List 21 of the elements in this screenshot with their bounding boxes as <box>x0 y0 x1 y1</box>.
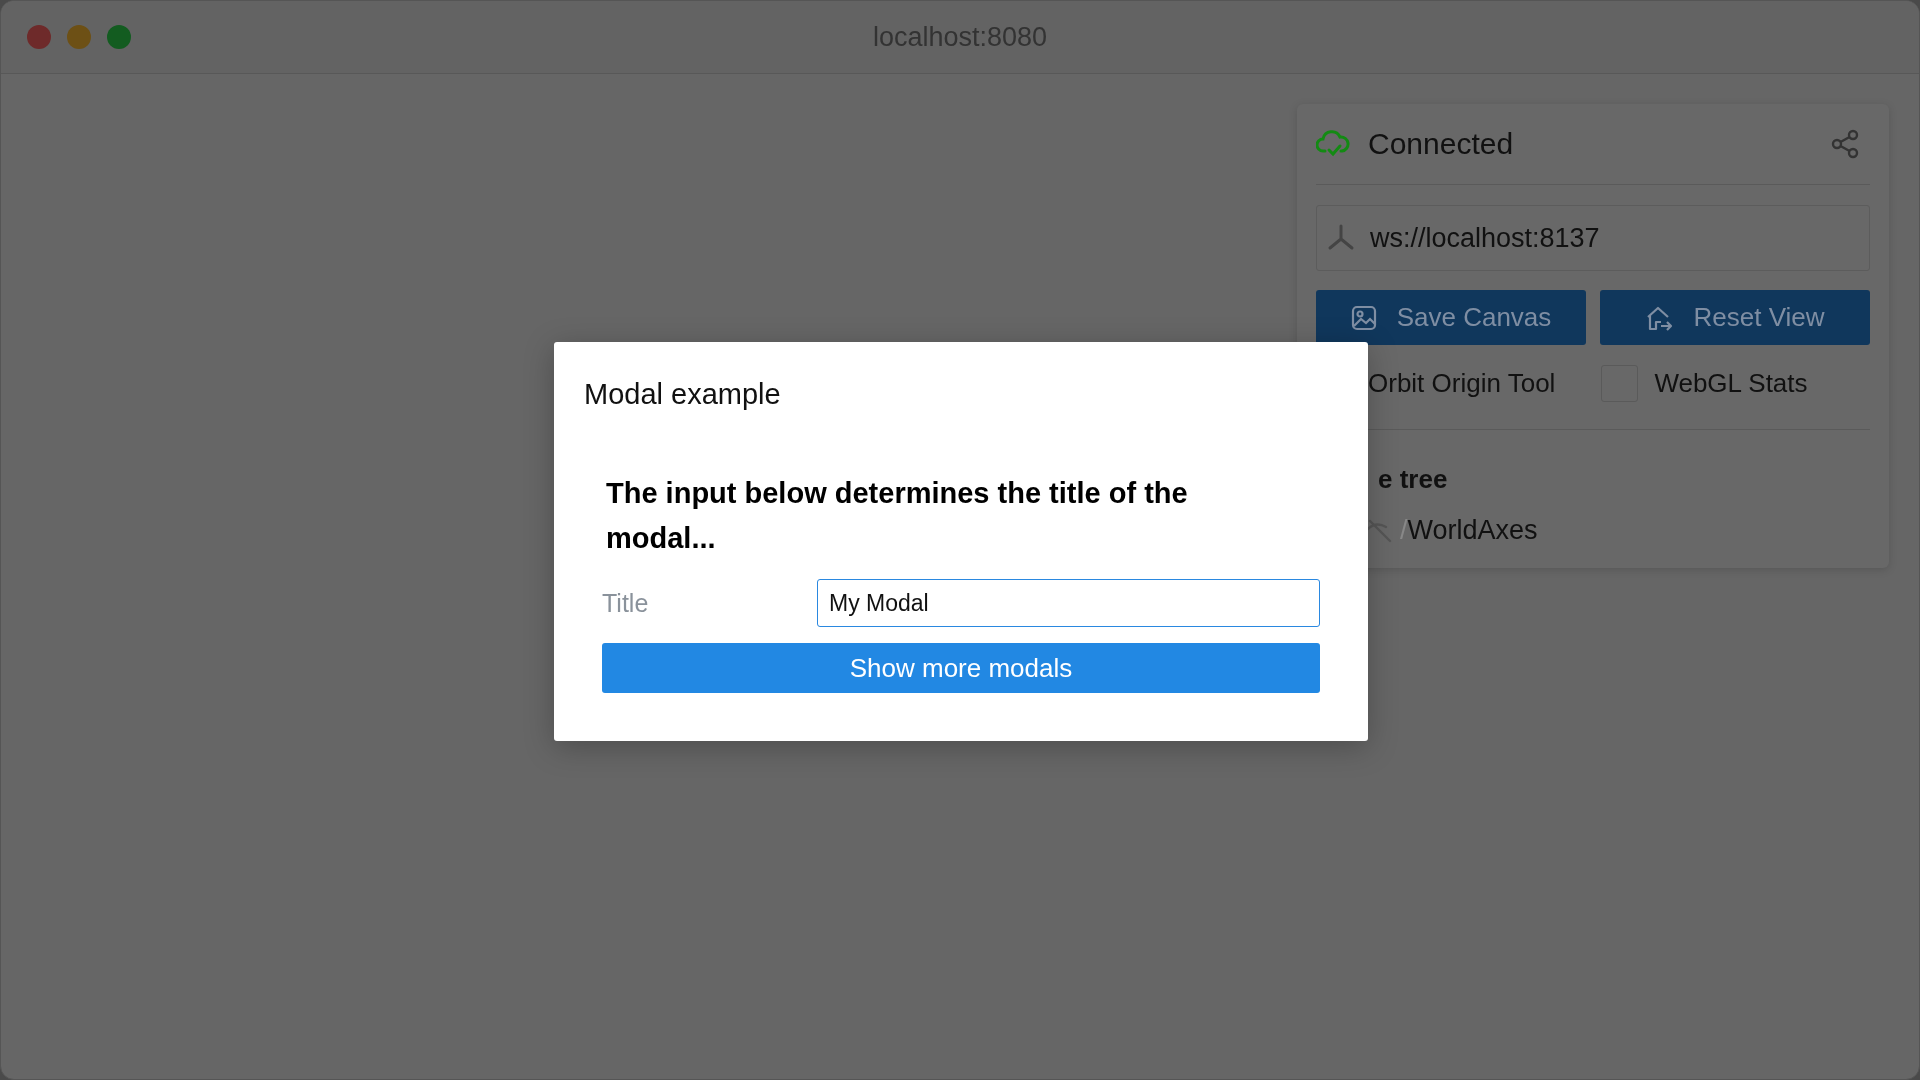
show-more-modals-button[interactable]: Show more modals <box>602 643 1320 693</box>
maximize-button[interactable] <box>107 25 131 49</box>
share-icon[interactable] <box>1830 129 1860 159</box>
tree-item-label[interactable]: WorldAxes <box>1407 515 1538 546</box>
field-label: Title <box>602 588 650 618</box>
connection-status: Connected <box>1368 127 1514 161</box>
eye-slash-icon[interactable] <box>1368 518 1392 543</box>
title-input[interactable]: My Modal <box>817 579 1320 627</box>
option-label: Orbit Origin Tool <box>1368 367 1556 399</box>
tree-heading: e tree <box>1377 464 1449 495</box>
path-separator: / <box>1400 515 1408 546</box>
modal-title: Modal example <box>584 378 782 411</box>
reset-view-button[interactable]: Reset View <box>1600 290 1870 345</box>
image-icon <box>1350 304 1377 331</box>
option-label: WebGL Stats <box>1654 367 1808 399</box>
modal-message: The input below determines the title of the modal... <box>606 476 1189 556</box>
home-icon <box>1645 304 1674 331</box>
close-button[interactable] <box>27 25 51 49</box>
server-url-field[interactable]: ws://localhost:8137 <box>1316 205 1870 271</box>
minimize-button[interactable] <box>67 25 91 49</box>
save-canvas-button[interactable]: Save Canvas <box>1316 290 1586 345</box>
